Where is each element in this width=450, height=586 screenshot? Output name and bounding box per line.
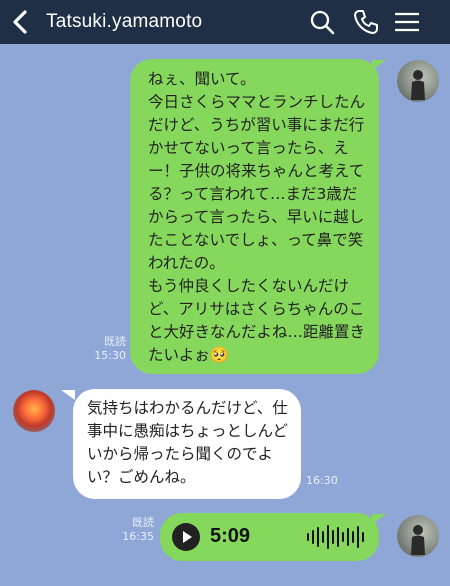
read-receipt: 既読 [132, 516, 154, 529]
message-time: 15:30 [94, 349, 126, 362]
bubble-tail [372, 60, 386, 70]
message-bubble-me[interactable]: ねぇ、聞いて。 今日さくらママとランチしたんだけど、うちが習い事にまだ行かせてな… [130, 59, 379, 374]
phone-icon[interactable] [352, 8, 380, 36]
chat-title[interactable]: Tatsuki.yamamoto [46, 9, 202, 35]
message-meta: 既読 16:35 [116, 516, 154, 544]
message-time: 16:35 [122, 530, 154, 543]
message-meta: 16:30 [306, 474, 346, 488]
person-silhouette-icon [411, 70, 425, 100]
menu-icon[interactable] [393, 8, 421, 36]
message-meta: 既読 15:30 [88, 335, 126, 363]
message-text: 気持ちはわかるんだけど、仕事中に愚痴はちょっとしんどいから帰ったら聞くのでよい？… [87, 399, 289, 486]
contact-avatar[interactable] [13, 390, 55, 432]
my-avatar[interactable] [397, 515, 439, 557]
bubble-tail [372, 514, 386, 524]
message-bubble-other[interactable]: 気持ちはわかるんだけど、仕事中に愚痴はちょっとしんどいから帰ったら聞くのでよい？… [73, 389, 301, 499]
chat-header: Tatsuki.yamamoto [0, 0, 450, 44]
message-time: 16:30 [306, 474, 338, 487]
voice-message-bubble[interactable]: 5:09 [160, 513, 379, 561]
waveform-icon [307, 525, 364, 549]
my-avatar[interactable] [397, 60, 439, 102]
search-icon[interactable] [308, 8, 336, 36]
message-text: ねぇ、聞いて。 今日さくらママとランチしたんだけど、うちが習い事にまだ行かせてな… [148, 70, 366, 364]
play-icon[interactable] [172, 523, 200, 551]
read-receipt: 既読 [104, 335, 126, 348]
person-silhouette-icon [411, 525, 425, 555]
chevron-left-icon[interactable] [10, 9, 30, 35]
voice-duration: 5:09 [210, 525, 251, 547]
chat-area[interactable]: ねぇ、聞いて。 今日さくらママとランチしたんだけど、うちが習い事にまだ行かせてな… [0, 44, 450, 586]
bubble-tail [61, 390, 75, 400]
